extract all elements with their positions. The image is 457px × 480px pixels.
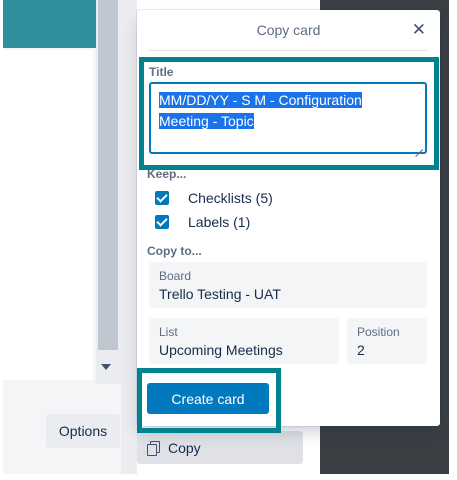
position-select-value: 2 — [357, 342, 365, 358]
board-select-label: Board — [159, 269, 192, 283]
copy-button-label: Copy — [168, 439, 201, 456]
copy-icon — [147, 441, 160, 456]
checkbox-checked-icon[interactable] — [155, 191, 169, 205]
list-select-value: Upcoming Meetings — [159, 342, 283, 358]
title-highlight-box — [139, 57, 439, 170]
copy-button[interactable]: Copy — [137, 431, 303, 464]
board-select[interactable]: Board Trello Testing - UAT — [149, 262, 427, 308]
window-bottom-edge — [0, 474, 457, 480]
board-select-value: Trello Testing - UAT — [159, 286, 281, 302]
position-select-label: Position — [357, 325, 400, 339]
create-card-highlight-box — [137, 368, 281, 433]
checkbox-checked-icon[interactable] — [155, 215, 169, 229]
position-select[interactable]: Position 2 — [347, 318, 427, 364]
keep-labels-checkbox[interactable]: Labels (1) — [155, 213, 250, 231]
options-button[interactable]: Options — [46, 414, 120, 448]
checkbox-label: Labels (1) — [188, 214, 251, 230]
list-select-label: List — [159, 325, 178, 339]
copy-to-section-label: Copy to... — [147, 244, 202, 258]
popover-divider — [149, 50, 428, 51]
card-detail-content — [3, 50, 93, 380]
checkbox-label: Checklists (5) — [188, 190, 273, 206]
list-select[interactable]: List Upcoming Meetings — [149, 318, 339, 364]
sidebar-background — [121, 0, 137, 474]
keep-checklists-checkbox[interactable]: Checklists (5) — [155, 189, 273, 207]
popover-title: Copy card — [256, 22, 321, 38]
window-edge — [449, 0, 457, 480]
scroll-down-arrow-icon[interactable] — [101, 364, 111, 370]
scrollbar-thumb[interactable] — [98, 0, 118, 350]
close-icon[interactable]: ✕ — [412, 21, 426, 39]
